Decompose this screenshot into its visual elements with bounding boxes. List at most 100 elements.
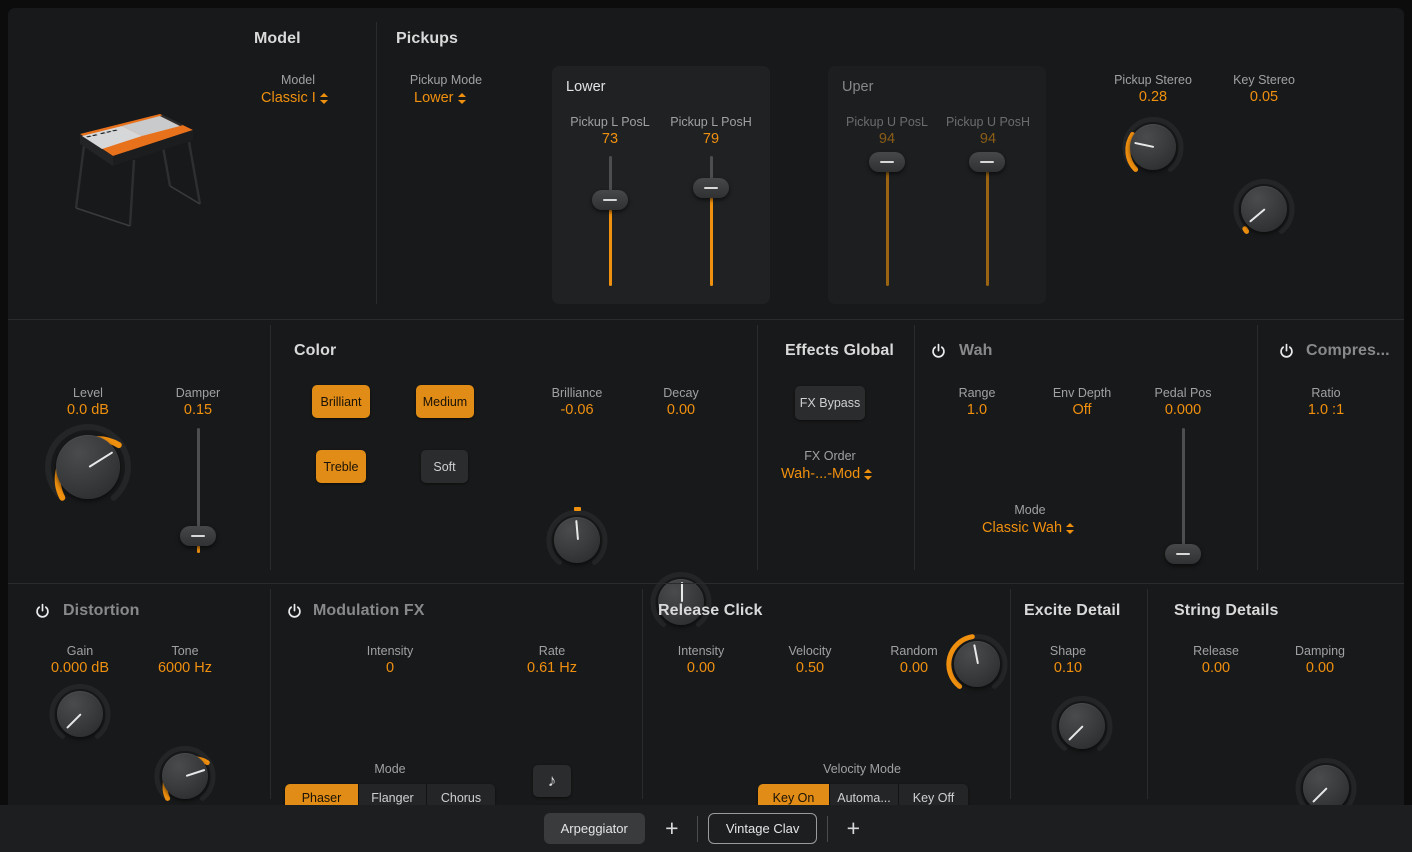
pickup-u-posh-slider[interactable] — [972, 156, 1002, 286]
velocity-mode-automatic[interactable]: Automa... — [830, 784, 899, 805]
mod-rate-sync-button[interactable]: ♪ — [533, 765, 571, 797]
slider-thumb[interactable] — [869, 152, 905, 172]
section-title-model: Model — [254, 30, 301, 48]
mod-intensity-value: 0 — [330, 659, 450, 678]
color-button-brilliant[interactable]: Brilliant — [312, 385, 370, 418]
distortion-gain-knob[interactable] — [49, 683, 111, 745]
key-stereo-knob[interactable] — [1233, 178, 1295, 240]
distortion-tone-knob[interactable] — [154, 745, 216, 805]
release-intensity-value: 0.00 — [641, 659, 761, 678]
pickup-u-posl-slider[interactable] — [872, 156, 902, 286]
pickup-l-posh-slider[interactable] — [696, 156, 726, 286]
pickup-group-upper: Uper — [828, 66, 1046, 304]
add-plugin-button[interactable]: + — [838, 814, 868, 844]
arpeggiator-button[interactable]: Arpeggiator — [544, 813, 645, 844]
section-title-release-click: Release Click — [658, 602, 762, 620]
mod-mode-chorus[interactable]: Chorus — [427, 784, 495, 805]
damper-slider[interactable] — [183, 428, 213, 553]
mod-mode-segmented[interactable]: Phaser Flanger Chorus — [285, 784, 495, 805]
pickup-mode-label: Pickup Mode — [386, 73, 506, 88]
divider-wah-comp — [1257, 325, 1258, 570]
pickup-stereo-param: Pickup Stereo 0.28 — [1093, 73, 1213, 107]
plugin-window: Model Pickups Model Classic I Pickup Mod… — [0, 0, 1412, 852]
fx-order-popup[interactable]: Wah-...-Mod — [781, 466, 872, 482]
divider-color-fx — [757, 325, 758, 570]
mod-mode-param: Mode — [330, 762, 450, 777]
string-release-label: Release — [1156, 644, 1276, 659]
group-title-lower: Lower — [566, 79, 606, 95]
release-velocity-param: Velocity 0.50 — [750, 644, 870, 678]
distortion-gain-param: Gain 0.000 dB — [20, 644, 140, 678]
pickup-stereo-knob[interactable] — [1122, 116, 1184, 178]
damper-label: Damper — [138, 386, 258, 401]
distortion-gain-label: Gain — [20, 644, 140, 659]
pickup-mode-popup[interactable]: Lower — [414, 90, 466, 106]
divider-dist-mod — [270, 589, 271, 799]
wah-pedal-pos-slider[interactable] — [1168, 428, 1198, 556]
slider-thumb[interactable] — [592, 190, 628, 210]
compressor-power-icon[interactable] — [1278, 343, 1295, 360]
wah-pedal-pos-label: Pedal Pos — [1123, 386, 1243, 401]
wah-power-icon[interactable] — [930, 343, 947, 360]
release-intensity-param: Intensity 0.00 — [641, 644, 761, 678]
string-release-value: 0.00 — [1156, 659, 1276, 678]
divider-mod-release — [642, 589, 643, 799]
level-value: 0.0 dB — [28, 401, 148, 420]
level-knob[interactable] — [46, 425, 130, 509]
instrument-button[interactable]: Vintage Clav — [708, 813, 817, 844]
compressor-ratio-value: 1.0 :1 — [1266, 401, 1386, 420]
slider-fill — [609, 204, 612, 286]
damper-param: Damper 0.15 — [138, 386, 258, 420]
brilliance-knob[interactable] — [546, 509, 608, 571]
fx-bypass-button[interactable]: FX Bypass — [795, 386, 865, 420]
pickup-u-posh-param: Pickup U PosH 94 — [928, 115, 1048, 149]
string-damping-value: 0.00 — [1260, 659, 1380, 678]
release-random-param: Random 0.00 — [854, 644, 974, 678]
slider-thumb[interactable] — [969, 152, 1005, 172]
section-title-compressor: Compres... — [1306, 342, 1390, 360]
string-release-param: Release 0.00 — [1156, 644, 1276, 678]
color-button-soft[interactable]: Soft — [421, 450, 468, 483]
pickup-u-posh-value: 94 — [928, 130, 1048, 149]
mod-intensity-label: Intensity — [330, 644, 450, 659]
row-distortion-strings: Distortion Modulation FX Release Click E… — [8, 583, 1404, 805]
wah-range-value: 1.0 — [917, 401, 1037, 420]
pickup-l-posh-param: Pickup L PosH 79 — [651, 115, 771, 149]
release-random-value: 0.00 — [854, 659, 974, 678]
color-button-treble[interactable]: Treble — [316, 450, 366, 483]
brilliance-value: -0.06 — [517, 401, 637, 420]
model-popup[interactable]: Classic I — [261, 90, 328, 106]
knob-cap — [162, 753, 208, 799]
modulation-fx-power-icon[interactable] — [286, 603, 303, 620]
wah-mode-popup[interactable]: Classic Wah — [982, 520, 1074, 536]
divider-release-excite — [1010, 589, 1011, 799]
level-param: Level 0.0 dB — [28, 386, 148, 420]
pickup-l-posl-slider[interactable] — [595, 156, 625, 286]
decay-label: Decay — [621, 386, 741, 401]
velocity-mode-segmented[interactable]: Key On Automa... Key Off — [758, 784, 968, 805]
wah-range-label: Range — [917, 386, 1037, 401]
velocity-mode-key-on[interactable]: Key On — [758, 784, 830, 805]
bottom-toolbar: Arpeggiator + Vintage Clav + — [0, 805, 1412, 852]
fx-order-value: Wah-...-Mod — [781, 466, 860, 482]
slider-thumb[interactable] — [1165, 544, 1201, 564]
mod-mode-phaser[interactable]: Phaser — [285, 784, 359, 805]
velocity-mode-key-off[interactable]: Key Off — [899, 784, 968, 805]
string-damping-label: Damping — [1260, 644, 1380, 659]
add-midi-fx-button[interactable]: + — [657, 814, 687, 844]
mod-mode-flanger[interactable]: Flanger — [359, 784, 427, 805]
compressor-ratio-param: Ratio 1.0 :1 — [1266, 386, 1386, 420]
key-stereo-value: 0.05 — [1204, 88, 1324, 107]
decay-value: 0.00 — [621, 401, 741, 420]
slider-thumb[interactable] — [180, 526, 216, 546]
instrument-illustration — [60, 108, 220, 238]
distortion-power-icon[interactable] — [34, 603, 51, 620]
section-title-effects-global: Effects Global — [785, 342, 894, 360]
row-model-pickups: Model Pickups Model Classic I Pickup Mod… — [8, 8, 1404, 318]
distortion-tone-label: Tone — [125, 644, 245, 659]
color-button-medium[interactable]: Medium — [416, 385, 474, 418]
section-title-wah: Wah — [959, 342, 992, 360]
release-intensity-label: Intensity — [641, 644, 761, 659]
slider-thumb[interactable] — [693, 178, 729, 198]
section-title-string-details: String Details — [1174, 602, 1279, 620]
